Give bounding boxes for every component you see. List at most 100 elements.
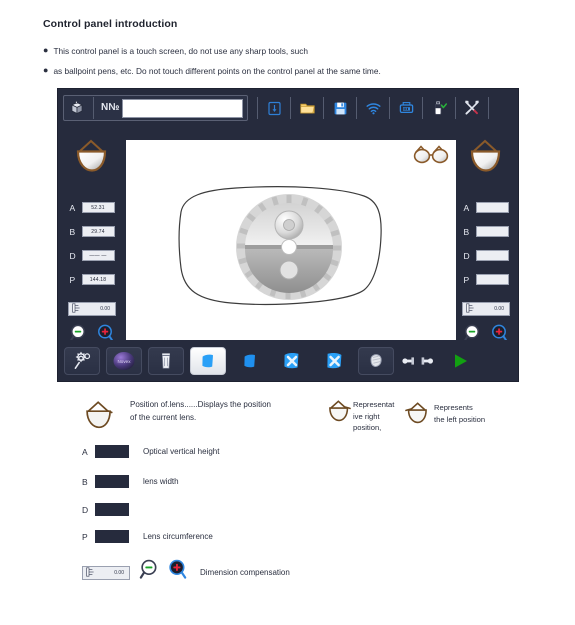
legend-position-line2: of the current lens. [130, 413, 197, 422]
value-label: A [463, 202, 470, 213]
shape-delete-right-icon[interactable] [316, 347, 352, 375]
divider [93, 97, 94, 119]
box-icon[interactable] [64, 96, 90, 120]
value-d-field[interactable] [475, 250, 509, 261]
legend-label-d: D [82, 504, 89, 515]
magnifier-plus-icon [166, 558, 190, 587]
right-lens-icon [82, 398, 116, 437]
download-icon[interactable] [261, 96, 287, 120]
page-title: Control panel introduction [43, 18, 178, 30]
bottom-toolbar: Novex [57, 340, 519, 382]
bullet-dot-icon: ● [43, 65, 49, 75]
left-compensation-field[interactable]: 0.00 [68, 302, 116, 316]
divider [389, 97, 391, 119]
svg-text:Novex: Novex [117, 359, 131, 364]
value-a-field[interactable] [475, 202, 509, 213]
legend-compensation-row: 0.00 Dimension compensation [82, 558, 290, 587]
intro-bullet-2: ● as ballpoint pens, etc. Do not touch di… [43, 65, 381, 76]
divider [290, 97, 292, 119]
legend-swatch-p [95, 530, 129, 543]
top-toolbar: N№ [63, 93, 515, 123]
drill-bits-icon[interactable] [400, 347, 436, 375]
value-label: B [463, 226, 470, 237]
top-toolbar-actions [254, 96, 492, 120]
right-compensation-value: 0.00 [494, 306, 504, 312]
value-p-field[interactable] [475, 274, 509, 285]
trash-icon[interactable] [148, 346, 184, 375]
divider [356, 97, 358, 119]
legend-right-line3: position, [353, 423, 382, 432]
value-p-field[interactable]: 144.18 [81, 274, 115, 285]
legend-label-a: A [82, 446, 88, 457]
open-folder-icon[interactable] [294, 96, 320, 120]
legend-measure-d: D [82, 503, 143, 516]
legend-position-lens: Position of.lens......Displays the posit… [82, 398, 271, 437]
legend-left-position: Represents the left position [404, 400, 485, 431]
value-label: D [69, 250, 76, 261]
legend-label-b: B [82, 476, 88, 487]
value-row: B 29.74 [70, 222, 115, 241]
legend-measure-a: A Optical vertical height [82, 445, 219, 458]
ruler-icon [72, 300, 81, 318]
divider [455, 97, 457, 119]
save-disk-icon[interactable] [327, 96, 353, 120]
legend-label-p: P [82, 531, 88, 542]
ruler-icon [466, 300, 475, 318]
legend-compensation-value: 0.00 [114, 569, 124, 576]
value-row: A 52.31 [70, 198, 115, 217]
divider [323, 97, 325, 119]
legend-right-position: Representat ive right position, [326, 398, 394, 434]
value-row: B [464, 222, 509, 241]
job-number-input[interactable] [122, 98, 244, 118]
value-label: D [463, 250, 470, 261]
legend-desc-p: Lens circumference [143, 532, 213, 541]
shape-delete-left-icon[interactable] [274, 347, 310, 375]
value-a-field[interactable]: 52.31 [81, 202, 115, 213]
legend-desc-b: lens width [143, 477, 179, 486]
value-d-field[interactable]: —— — [81, 250, 115, 261]
printer-icon[interactable] [393, 96, 419, 120]
shape-blue-icon[interactable] [232, 347, 268, 375]
number-label: N№ [101, 102, 120, 113]
value-label: P [69, 274, 76, 285]
divider [422, 97, 424, 119]
right-values: A B D P [464, 198, 509, 294]
value-label: P [463, 274, 470, 285]
value-label: B [69, 226, 76, 237]
right-compensation-field[interactable]: 0.00 [462, 302, 510, 316]
value-label: A [69, 202, 76, 213]
legend-swatch-d [95, 503, 129, 516]
divider [257, 97, 259, 119]
intro-bullet-1-text: This control panel is a touch screen, do… [53, 46, 309, 56]
shape-select-icon[interactable] [190, 346, 226, 375]
value-b-field[interactable]: 29.74 [81, 226, 115, 237]
polish-icon[interactable] [358, 346, 394, 375]
left-eye-column: A 52.31 B 29.74 D —— — P 144.18 0.00 [62, 127, 122, 365]
calibration-bottle-icon[interactable] [426, 96, 452, 120]
lens-canvas[interactable] [126, 140, 456, 352]
left-lens-icon[interactable] [466, 137, 506, 180]
page-root: Control panel introduction ● This control… [0, 0, 575, 625]
tools-icon[interactable] [459, 96, 485, 120]
left-compensation-value: 0.00 [100, 306, 110, 312]
logo-sphere-icon[interactable]: Novex [106, 346, 142, 375]
legend-left-line2: the left position [434, 414, 486, 424]
wifi-icon[interactable] [360, 96, 386, 120]
start-play-icon[interactable] [442, 347, 478, 375]
legend-compensation-desc: Dimension compensation [200, 568, 290, 577]
left-values: A 52.31 B 29.74 D —— — P 144.18 [70, 198, 115, 294]
settings-gear-icon[interactable] [64, 346, 100, 375]
value-row: P [464, 270, 509, 289]
legend-right-line2: ive right [353, 411, 380, 421]
value-row: D [464, 246, 509, 265]
control-panel: N№ A 52.31 B 29.74 D —— — P 144.18 0.00 … [57, 88, 519, 382]
intro-bullet-2-text: as ballpoint pens, etc. Do not touch dif… [53, 66, 381, 76]
right-lens-icon[interactable] [72, 137, 112, 180]
legend-swatch-a [95, 445, 129, 458]
legend-left-line1: Represents [434, 403, 473, 412]
legend-swatch-b [95, 475, 129, 488]
glasses-left-icon [404, 400, 430, 431]
job-number-group: N№ [63, 95, 249, 121]
bullet-dot-icon: ● [43, 45, 49, 55]
value-b-field[interactable] [475, 226, 509, 237]
